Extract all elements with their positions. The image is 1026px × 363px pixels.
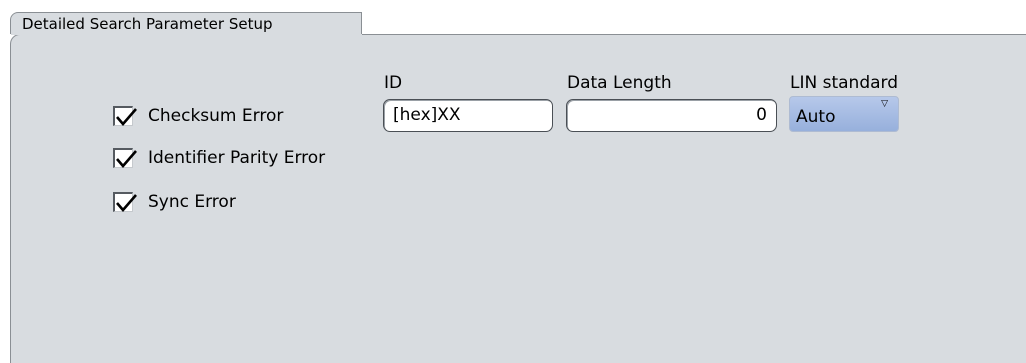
checkmark-icon <box>116 194 137 212</box>
id-input[interactable]: [hex]XX <box>383 99 553 132</box>
checkmark-icon <box>116 150 137 168</box>
checksum-error-option[interactable]: Checksum Error <box>113 104 283 128</box>
checksum-error-label: Checksum Error <box>148 106 284 126</box>
dropdown-triangle-icon: ▽ <box>881 99 888 109</box>
search-setup-window: Detailed Search Parameter Setup Checksum… <box>0 0 1026 363</box>
lin-standard-label: LIN standard <box>790 73 899 93</box>
checksum-error-checkbox[interactable] <box>113 106 137 126</box>
sync-error-option[interactable]: Sync Error <box>113 190 236 214</box>
data-length-label: Data Length <box>567 73 672 93</box>
identifier-parity-error-label: Identifier Parity Error <box>148 148 326 168</box>
sync-error-checkbox[interactable] <box>113 192 137 212</box>
checkmark-icon <box>116 108 137 126</box>
id-label: ID <box>384 73 403 93</box>
panel-title: Detailed Search Parameter Setup <box>10 12 362 34</box>
lin-standard-dropdown[interactable]: Auto ▽ <box>789 96 899 132</box>
sync-error-label: Sync Error <box>148 192 236 212</box>
identifier-parity-error-option[interactable]: Identifier Parity Error <box>113 146 325 170</box>
data-length-input[interactable]: 0 <box>566 99 777 132</box>
tab-joint <box>11 34 362 35</box>
identifier-parity-error-checkbox[interactable] <box>113 148 137 168</box>
lin-standard-value: Auto <box>796 107 836 127</box>
